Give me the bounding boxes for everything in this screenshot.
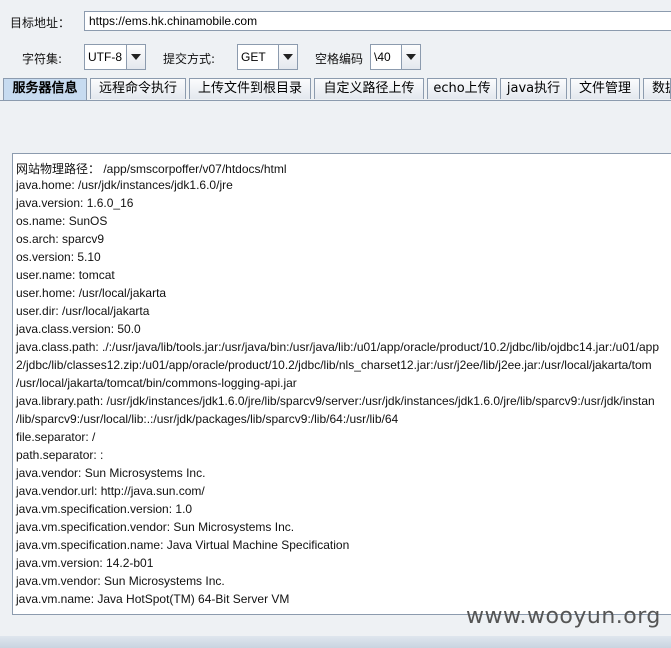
watermark: www.wooyun.org [466,604,661,629]
tab-upload-root[interactable]: 上传文件到根目录 [189,78,311,99]
output-line: java.vm.specification.vendor: Sun Micros… [16,520,295,534]
target-url-input[interactable] [84,11,671,31]
space-encoding-select[interactable]: \40 [370,44,421,70]
tab-echo-upload[interactable]: echo上传 [427,78,497,99]
output-textarea[interactable]: 网站物理路径： /app/smscorpoffer/v07/htdocs/htm… [12,153,671,615]
output-line: java.vm.name: Java HotSpot(TM) 64-Bit Se… [16,592,290,606]
output-line: os.arch: sparcv9 [16,232,105,246]
charset-label: 字符集: [22,52,63,66]
output-line: java.home: /usr/jdk/instances/jdk1.6.0/j… [16,178,233,192]
output-line: java.vm.version: 14.2-b01 [16,556,154,570]
app-window: 目标地址： 字符集: UTF-8 提交方式: GET 空格编码 \40 服务器信… [0,0,671,637]
tab-panel: 网站物理路径： /app/smscorpoffer/v07/htdocs/htm… [0,100,671,637]
output-line: java.vendor: Sun Microsystems Inc. [16,466,206,480]
charset-select[interactable]: UTF-8 [84,44,146,70]
output-line: user.name: tomcat [16,268,115,282]
output-line: 2/jdbc/lib/classes12.zip:/u01/app/oracle… [16,358,652,372]
method-value: GET [241,50,266,64]
tab-data[interactable]: 数据 [643,78,671,99]
window-bottom-edge [0,636,671,648]
panel-header-area [0,101,671,153]
tab-custom-path-upload[interactable]: 自定义路径上传 [314,78,424,99]
tab-bar: 服务器信息 远程命令执行 上传文件到根目录 自定义路径上传 echo上传 jav… [0,78,671,100]
space-encoding-value: \40 [374,50,391,64]
output-line: java.vm.specification.name: Java Virtual… [16,538,350,552]
output-line: java.class.path: ./:/usr/java/lib/tools.… [16,340,660,354]
tab-server-info[interactable]: 服务器信息 [3,78,87,100]
output-line: java.vm.specification.version: 1.0 [16,502,193,516]
tab-file-manager[interactable]: 文件管理 [570,78,640,99]
output-line: java.version: 1.6.0_16 [16,196,134,210]
output-line: file.separator: / [16,430,96,444]
output-line: user.dir: /usr/local/jakarta [16,304,150,318]
chevron-down-icon[interactable] [401,45,420,69]
output-line: path.separator: : [16,448,104,462]
output-line: java.library.path: /usr/jdk/instances/jd… [16,394,655,408]
output-line: java.vm.vendor: Sun Microsystems Inc. [16,574,225,588]
chevron-down-icon[interactable] [278,45,297,69]
tab-java-exec[interactable]: java执行 [500,78,567,99]
output-line: /usr/local/jakarta/tomcat/bin/commons-lo… [16,376,297,390]
tab-remote-command[interactable]: 远程命令执行 [90,78,186,99]
charset-value: UTF-8 [88,50,122,64]
output-line: /lib/sparcv9:/usr/local/lib:.:/usr/jdk/p… [16,412,399,426]
options-row: 字符集: UTF-8 提交方式: GET 空格编码 \40 [0,44,671,72]
output-line: os.name: SunOS [16,214,108,228]
method-label: 提交方式: [163,52,216,66]
target-row: 目标地址： [0,10,671,34]
target-label: 目标地址： [10,16,71,30]
output-line: java.class.version: 50.0 [16,322,141,336]
method-select[interactable]: GET [237,44,298,70]
output-line: user.home: /usr/local/jakarta [16,286,167,300]
space-encoding-label: 空格编码 [315,52,364,66]
chevron-down-icon[interactable] [126,45,145,69]
output-line: os.version: 5.10 [16,250,101,264]
output-line: java.vendor.url: http://java.sun.com/ [16,484,205,498]
output-line: 网站物理路径： /app/smscorpoffer/v07/htdocs/htm… [16,162,287,176]
